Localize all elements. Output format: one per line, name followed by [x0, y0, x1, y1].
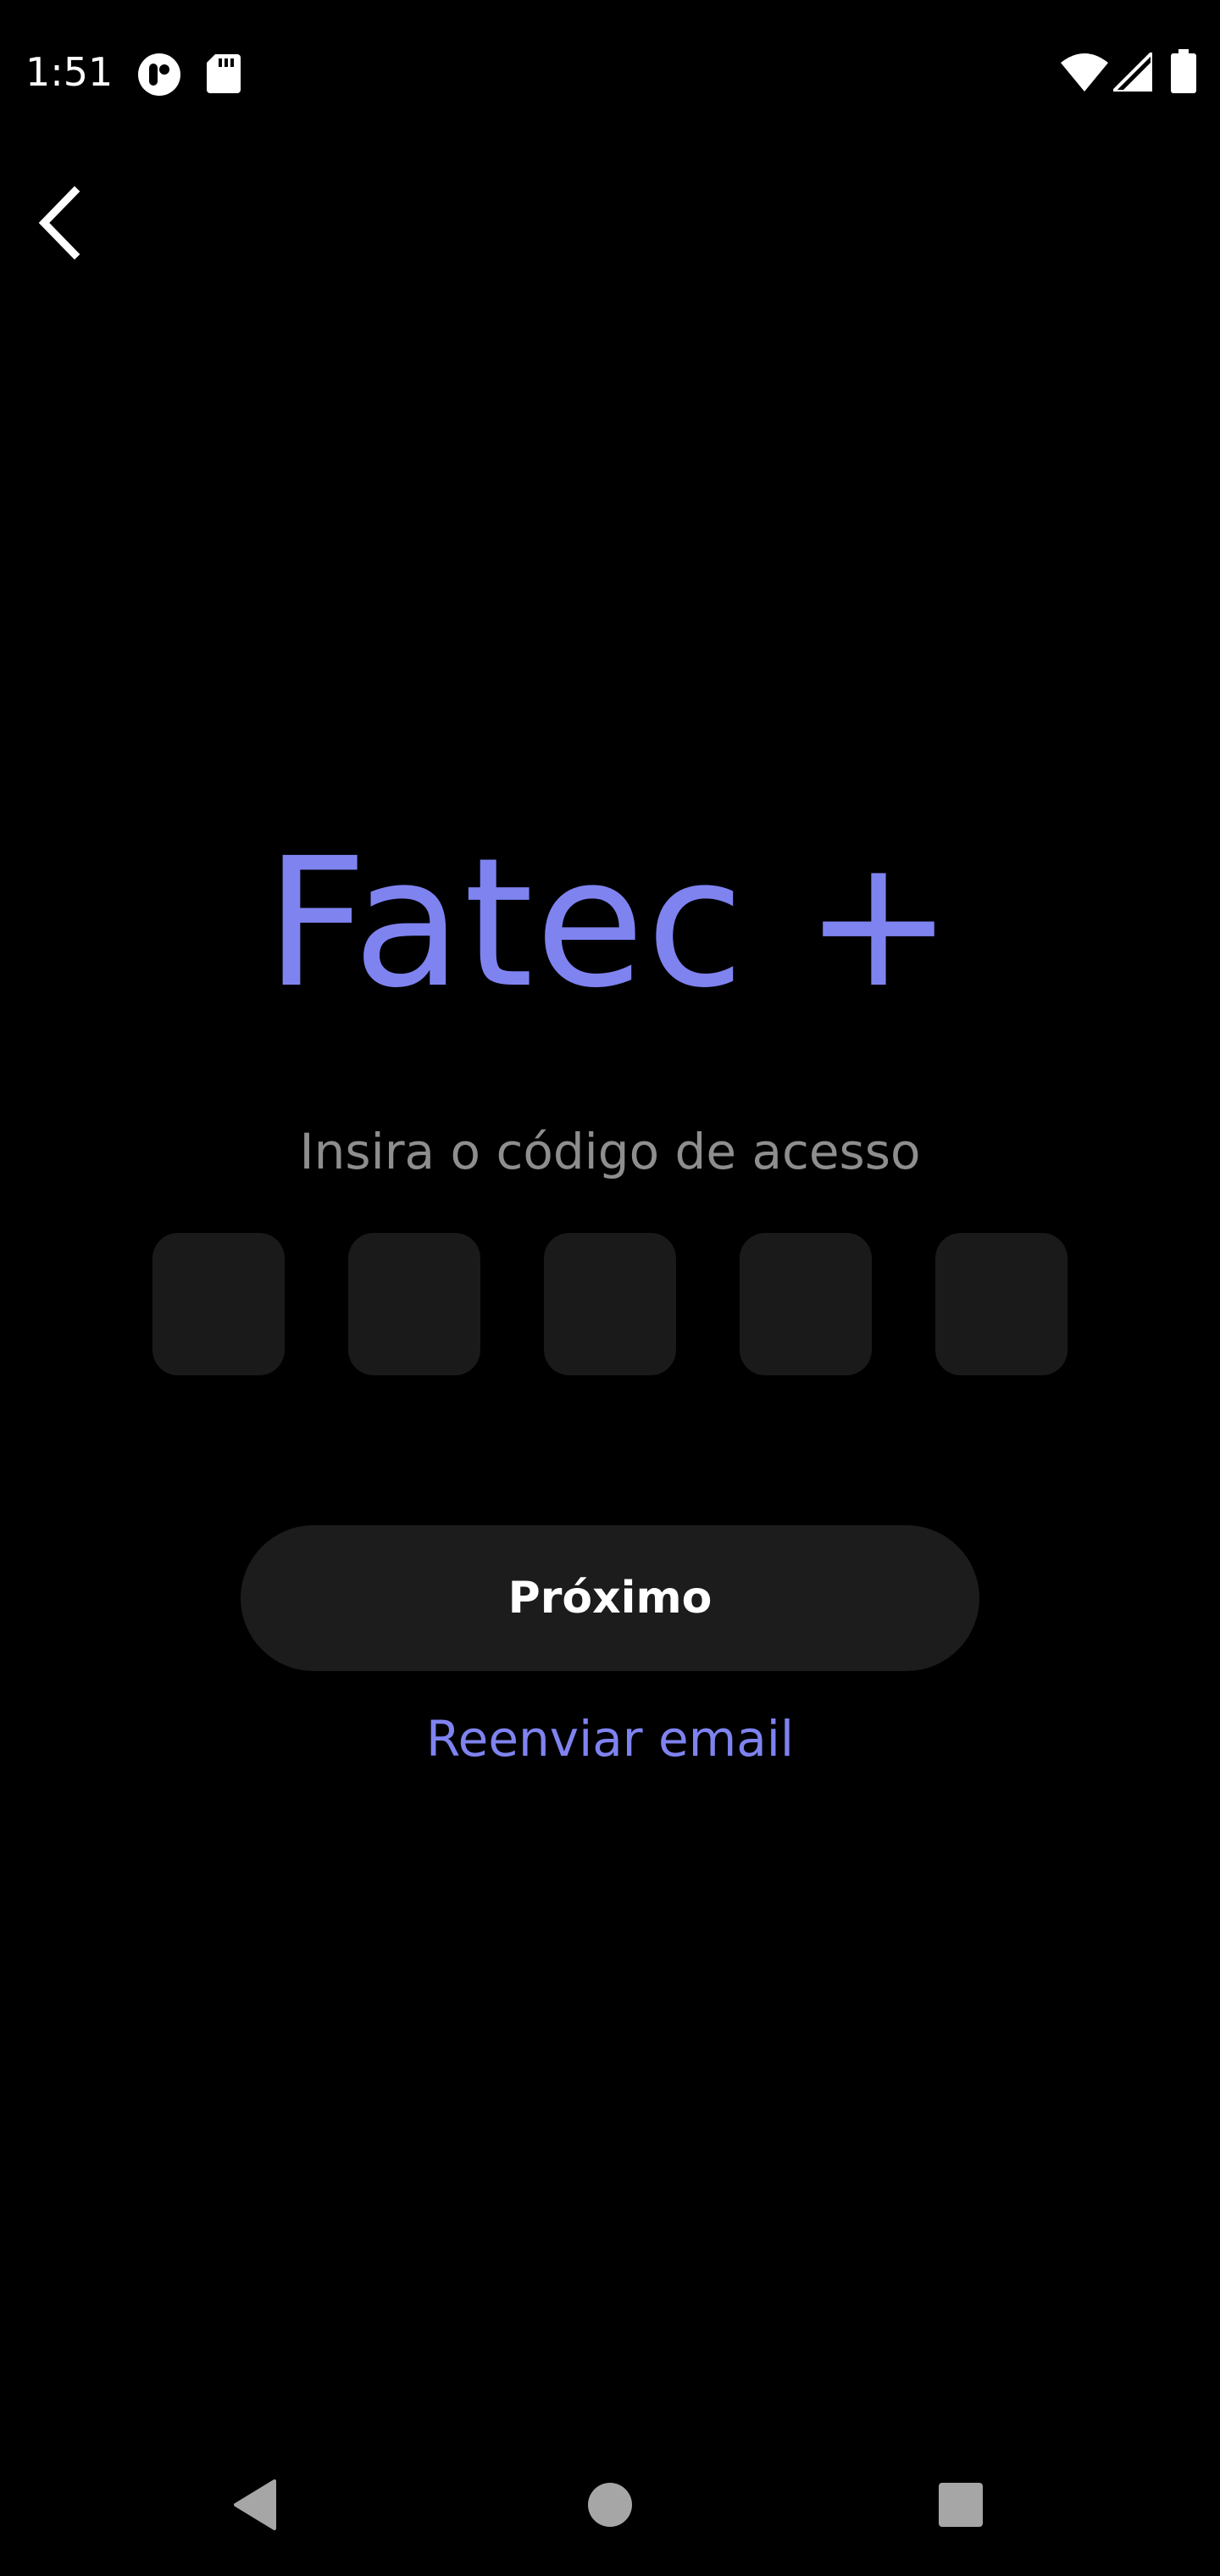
back-triangle-icon	[229, 2478, 280, 2536]
nav-recents-button[interactable]	[918, 2464, 1003, 2549]
system-nav-bar	[0, 2440, 1220, 2576]
code-input-group	[152, 1233, 1068, 1375]
app-notification-icon	[137, 53, 181, 101]
next-button[interactable]: Próximo	[241, 1525, 979, 1671]
code-digit-3[interactable]	[544, 1233, 676, 1375]
code-digit-5[interactable]	[935, 1233, 1068, 1375]
home-circle-icon	[586, 2481, 634, 2533]
recents-square-icon	[937, 2481, 984, 2533]
back-button[interactable]	[17, 178, 102, 271]
chevron-left-icon	[34, 185, 85, 265]
app-logo: Fatec +	[265, 819, 955, 1027]
wifi-icon	[1061, 53, 1108, 96]
screen: 1:51 Fatec + Insira o código de acesso P…	[0, 0, 1220, 2576]
code-digit-2[interactable]	[348, 1233, 480, 1375]
code-digit-4[interactable]	[740, 1233, 872, 1375]
nav-back-button[interactable]	[212, 2464, 297, 2549]
status-time: 1:51	[25, 49, 114, 95]
nav-home-button[interactable]	[568, 2464, 652, 2549]
cell-signal-icon	[1109, 48, 1154, 96]
code-prompt: Insira o código de acesso	[299, 1123, 921, 1180]
status-bar: 1:51	[0, 0, 1220, 144]
code-digit-1[interactable]	[152, 1233, 285, 1375]
battery-icon	[1171, 49, 1196, 97]
sd-card-icon	[207, 54, 241, 97]
resend-email-link[interactable]: Reenviar email	[0, 1710, 1220, 1768]
